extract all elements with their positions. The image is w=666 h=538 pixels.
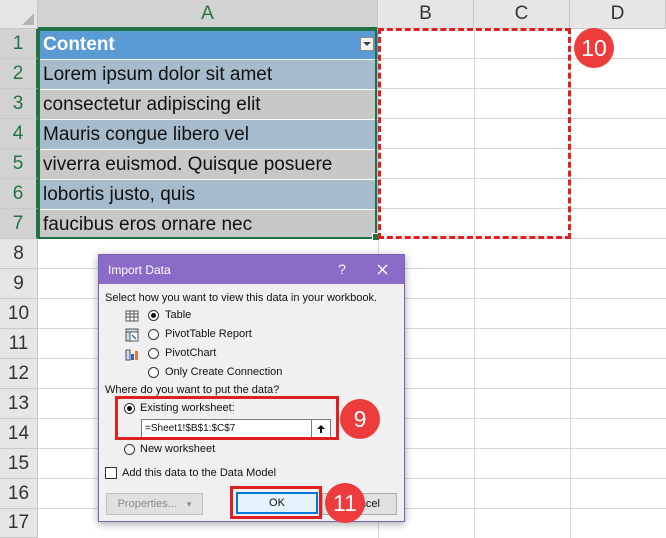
- row-header-4[interactable]: 4: [0, 119, 38, 149]
- option-pivotchart-label: PivotChart: [165, 347, 217, 359]
- range-input[interactable]: [141, 419, 312, 438]
- table-cell-a4[interactable]: Mauris congue libero vel: [39, 120, 378, 149]
- table-cell-a2[interactable]: Lorem ipsum dolor sit amet: [39, 60, 378, 89]
- row-header-17[interactable]: 17: [0, 509, 38, 538]
- row-header-14[interactable]: 14: [0, 419, 38, 449]
- step-badge-11: 11: [325, 483, 365, 523]
- radio-pivottable[interactable]: [148, 329, 159, 340]
- collapse-arrow-icon: [317, 424, 325, 433]
- step-badge-10: 10: [574, 28, 614, 68]
- ok-button[interactable]: OK: [236, 492, 318, 514]
- table-cell-a5[interactable]: viverra euismod. Quisque posuere: [39, 150, 378, 179]
- row-header-6[interactable]: 6: [0, 179, 38, 209]
- row-header-5[interactable]: 5: [0, 149, 38, 179]
- properties-button[interactable]: Properties... ▾: [106, 493, 203, 515]
- table-cell-a6[interactable]: lobortis justo, quis: [39, 180, 378, 209]
- column-header-a[interactable]: A: [38, 0, 378, 29]
- dropdown-arrow-icon: ▾: [186, 498, 192, 509]
- pivottable-icon: [125, 328, 139, 342]
- radio-table[interactable]: [148, 310, 159, 321]
- dialog-title: Import Data: [108, 263, 171, 277]
- radio-pivotchart[interactable]: [148, 348, 159, 359]
- select-all-triangle-icon: [22, 13, 34, 25]
- column-header-c[interactable]: C: [474, 0, 570, 29]
- select-all-corner[interactable]: [0, 0, 38, 29]
- row-header-2[interactable]: 2: [0, 59, 38, 89]
- pivotchart-icon: [125, 349, 138, 361]
- row-header-1[interactable]: 1: [0, 29, 38, 59]
- step-badge-9: 9: [340, 399, 380, 439]
- column-header-b[interactable]: B: [378, 0, 474, 29]
- target-range-highlight: [378, 28, 571, 239]
- row-header-8[interactable]: 8: [0, 239, 38, 269]
- dialog-title-bar[interactable]: Import Data ?: [99, 255, 404, 284]
- option-pivottable-label: PivotTable Report: [165, 328, 252, 340]
- table-cell-a7[interactable]: faucibus eros ornare nec: [39, 210, 378, 239]
- close-icon: [377, 264, 387, 274]
- option-only-connection-label: Only Create Connection: [165, 366, 283, 378]
- row-header-13[interactable]: 13: [0, 389, 38, 419]
- view-prompt: Select how you want to view this data in…: [105, 292, 378, 304]
- row-header-16[interactable]: 16: [0, 479, 38, 509]
- data-model-label: Add this data to the Data Model: [122, 467, 277, 479]
- radio-only-connection[interactable]: [148, 367, 159, 378]
- table-header-cell[interactable]: Content: [39, 30, 378, 59]
- table-icon: [125, 310, 139, 322]
- column-header-d[interactable]: D: [570, 0, 666, 29]
- existing-worksheet-label: Existing worksheet:: [140, 402, 235, 414]
- option-table-label: Table: [165, 309, 192, 321]
- row-header-9[interactable]: 9: [0, 269, 38, 299]
- row-header-10[interactable]: 10: [0, 299, 38, 329]
- table-cell-a3[interactable]: consectetur adipiscing elit: [39, 90, 378, 119]
- properties-label: Properties...: [117, 498, 177, 510]
- close-button[interactable]: [369, 258, 395, 280]
- radio-new-worksheet[interactable]: [124, 444, 135, 455]
- help-button[interactable]: ?: [329, 258, 355, 280]
- filter-dropdown-icon[interactable]: [360, 37, 374, 51]
- location-prompt: Where do you want to put the data?: [105, 384, 280, 396]
- row-header-12[interactable]: 12: [0, 359, 38, 389]
- row-header-3[interactable]: 3: [0, 89, 38, 119]
- radio-existing-worksheet[interactable]: [124, 403, 135, 414]
- table-header-label: Content: [43, 33, 115, 55]
- collapse-range-button[interactable]: [311, 419, 331, 438]
- row-header-7[interactable]: 7: [0, 209, 38, 239]
- row-header-11[interactable]: 11: [0, 329, 38, 359]
- row-header-15[interactable]: 15: [0, 449, 38, 479]
- data-model-checkbox[interactable]: [105, 467, 117, 479]
- new-worksheet-label: New worksheet: [140, 443, 216, 455]
